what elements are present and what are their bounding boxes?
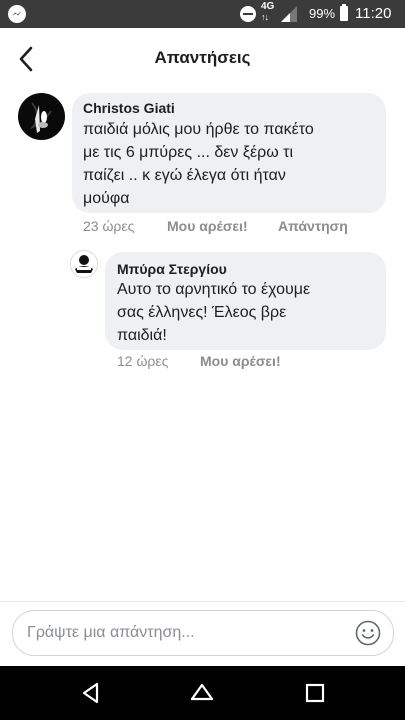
- reply-input-placeholder: Γράψτε μια απάντηση...: [27, 624, 195, 641]
- like-button[interactable]: Μου αρέσει!: [200, 353, 281, 369]
- battery-percent: 99%: [309, 6, 336, 21]
- comment-text-line: παιδιά!: [117, 327, 167, 344]
- signal-icon: [281, 6, 297, 22]
- comment-author[interactable]: Christos Giati: [83, 100, 175, 116]
- messenger-notification-icon: [8, 5, 26, 23]
- comment: Christos Giati παιδιά μόλις μου ήρθε το …: [0, 90, 405, 240]
- comment-text-line: μούφα: [83, 190, 130, 207]
- avatar[interactable]: [18, 93, 65, 140]
- comment-text: παιδιά μόλις μου ήρθε το πακέτο με τις 6…: [83, 118, 383, 210]
- comment-author[interactable]: Μπύρα Στεργίου: [117, 261, 227, 277]
- do-not-disturb-icon: [240, 6, 256, 22]
- comment-text-line: Αυτο το αρνητικό το έχουμε: [117, 281, 311, 298]
- comment-text-line: με τις 6 μπύρες ... δεν ξέρω τι: [83, 144, 294, 161]
- comment-bubble: Μπύρα Στεργίου Αυτο το αρνητικό το έχουμ…: [105, 252, 386, 350]
- recent-apps-icon[interactable]: [302, 680, 328, 706]
- like-button[interactable]: Μου αρέσει!: [167, 218, 248, 234]
- page-title: Απαντήσεις: [154, 48, 251, 67]
- reply-button[interactable]: Απάντηση: [278, 218, 348, 234]
- comment-text-line: παίζει .. κ εγώ έλεγα ότι ήταν: [83, 167, 286, 184]
- composer-divider: [0, 601, 405, 602]
- app-bar: Απαντήσεις: [0, 28, 405, 90]
- network-indicator: 4G ↑↓: [261, 1, 275, 23]
- home-icon[interactable]: [189, 680, 215, 706]
- comment-timestamp: 23 ώρες: [83, 218, 135, 234]
- reply-comment: Μπύρα Στεργίου Αυτο το αρνητικό το έχουμ…: [0, 248, 405, 378]
- comment-text-line: παιδιά μόλις μου ήρθε το πακέτο: [83, 121, 314, 138]
- comment-bubble: Christos Giati παιδιά μόλις μου ήρθε το …: [72, 93, 386, 213]
- comment-text: Αυτο το αρνητικό το έχουμε σας έλληνες! …: [117, 278, 382, 347]
- avatar[interactable]: [70, 250, 98, 278]
- emoji-icon[interactable]: [355, 620, 381, 646]
- status-bar: 4G ↑↓ 99% 11:20: [0, 0, 405, 28]
- network-type-label: 4G: [261, 1, 275, 12]
- comment-meta: 12 ώρες Μου αρέσει!: [0, 353, 405, 373]
- system-navigation-bar: [0, 666, 405, 720]
- comment-text-line: σας έλληνες! Έλεος βρε: [117, 304, 287, 321]
- status-time: 11:20: [355, 5, 392, 22]
- data-arrows-icon: ↑↓: [261, 12, 269, 22]
- back-triangle-icon[interactable]: [78, 680, 104, 706]
- comment-meta: 23 ώρες Μου αρέσει! Απάντηση: [0, 218, 405, 238]
- reply-input[interactable]: Γράψτε μια απάντηση...: [12, 610, 394, 656]
- battery-icon: [340, 4, 348, 21]
- comment-timestamp: 12 ώρες: [117, 353, 169, 369]
